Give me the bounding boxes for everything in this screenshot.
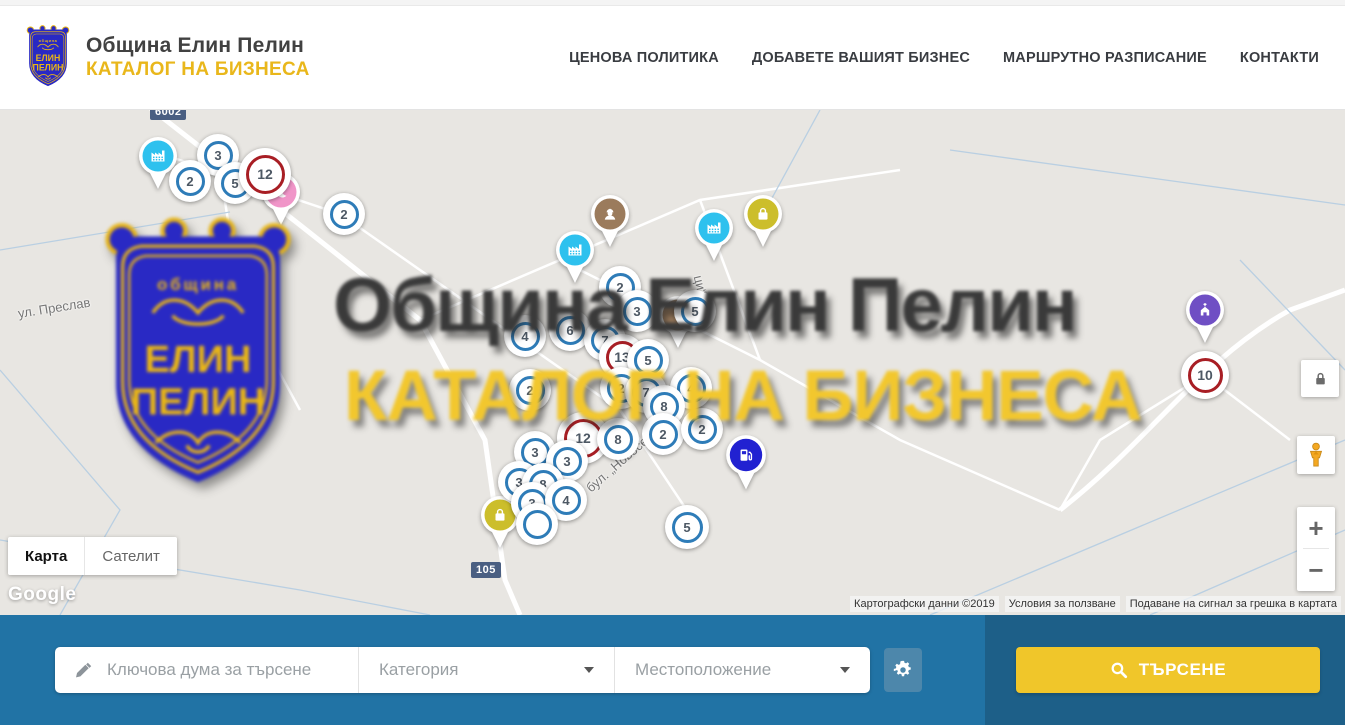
advanced-settings-button[interactable] [884, 648, 922, 692]
zoom-in-button[interactable]: + [1297, 507, 1335, 548]
pencil-icon [75, 661, 93, 679]
pegman-control[interactable] [1297, 436, 1335, 474]
search-icon [1110, 661, 1128, 679]
cluster-marker[interactable]: 2 [642, 413, 684, 455]
cluster-marker[interactable]: 4 [504, 315, 546, 357]
search-fields: Категория Местоположение [55, 647, 870, 693]
site-logo[interactable]: Община Елин Пелин КАТАЛОГ НА БИЗНЕСА [22, 25, 310, 90]
brand-org-title: Община Елин Пелин [86, 34, 310, 58]
search-button-label: ТЪРСЕНЕ [1139, 660, 1227, 680]
search-action-panel: ТЪРСЕНЕ [985, 615, 1345, 725]
map-canvas[interactable]: ул. Преславбул. „Новоселци“6002105 32512… [0, 110, 1345, 615]
cluster-marker[interactable]: 2 [509, 369, 551, 411]
cluster-marker[interactable] [516, 503, 558, 545]
report-map-error-link[interactable]: Подаване на сигнал за грешка в картата [1126, 596, 1341, 612]
search-panel: Категория Местоположение [0, 615, 985, 725]
cluster-marker[interactable]: 2 [681, 408, 723, 450]
map-view-button[interactable]: Карта [8, 537, 84, 575]
header: Община Елин Пелин КАТАЛОГ НА БИЗНЕСА ЦЕН… [0, 6, 1345, 110]
chevron-down-icon [584, 667, 594, 673]
cluster-marker[interactable]: 2 [169, 160, 211, 202]
main-nav: ЦЕНОВА ПОЛИТИКА ДОБАВЕТЕ ВАШИЯТ БИЗНЕС М… [569, 50, 1319, 66]
lock-control[interactable] [1301, 360, 1339, 397]
zoom-out-button[interactable]: − [1297, 549, 1335, 590]
map-type-control: Карта Сателит [8, 537, 177, 575]
cluster-marker[interactable]: 8 [597, 418, 639, 460]
gear-icon [892, 659, 914, 681]
cluster-marker[interactable]: 5 [665, 505, 709, 549]
keyword-input[interactable] [105, 659, 358, 681]
location-select[interactable]: Местоположение [614, 647, 870, 693]
location-select-value: Местоположение [635, 660, 771, 680]
cluster-marker-layer: 3251222356471352274812822333834510 [0, 110, 1345, 615]
cluster-marker[interactable]: 5 [674, 290, 716, 332]
google-logo[interactable]: Google [8, 584, 76, 606]
lock-icon [1312, 370, 1329, 387]
nav-item-pricing-policy[interactable]: ЦЕНОВА ПОЛИТИКА [569, 50, 719, 66]
nav-item-route-schedule[interactable]: МАРШРУТНО РАЗПИСАНИЕ [1003, 50, 1207, 66]
nav-item-add-business[interactable]: ДОБАВЕТЕ ВАШИЯТ БИЗНЕС [752, 50, 970, 66]
cluster-marker[interactable]: 12 [239, 148, 291, 200]
nav-item-contacts[interactable]: КОНТАКТИ [1240, 50, 1319, 66]
map-attribution: Картографски данни ©2019 Условия за полз… [850, 596, 1341, 612]
brand-text: Община Елин Пелин КАТАЛОГ НА БИЗНЕСА [86, 34, 310, 81]
municipality-crest-icon [22, 25, 74, 90]
cluster-marker[interactable]: 10 [1181, 351, 1229, 399]
cluster-marker[interactable]: 3 [616, 290, 658, 332]
satellite-view-button[interactable]: Сателит [84, 537, 177, 575]
category-select-value: Категория [379, 660, 458, 680]
cluster-marker[interactable]: 2 [323, 193, 365, 235]
category-select[interactable]: Категория [358, 647, 614, 693]
search-button[interactable]: ТЪРСЕНЕ [1016, 647, 1320, 693]
search-bar: Категория Местоположение Т [0, 615, 1345, 725]
terms-of-use-link[interactable]: Условия за ползване [1005, 596, 1120, 612]
attribution-copyright: Картографски данни ©2019 [850, 596, 999, 612]
brand-catalog-title: КАТАЛОГ НА БИЗНЕСА [86, 59, 310, 81]
pegman-icon [1306, 442, 1326, 468]
keyword-field [55, 647, 358, 693]
chevron-down-icon [840, 667, 850, 673]
page: Община Елин Пелин КАТАЛОГ НА БИЗНЕСА ЦЕН… [0, 0, 1345, 725]
zoom-control: + − [1297, 507, 1335, 591]
